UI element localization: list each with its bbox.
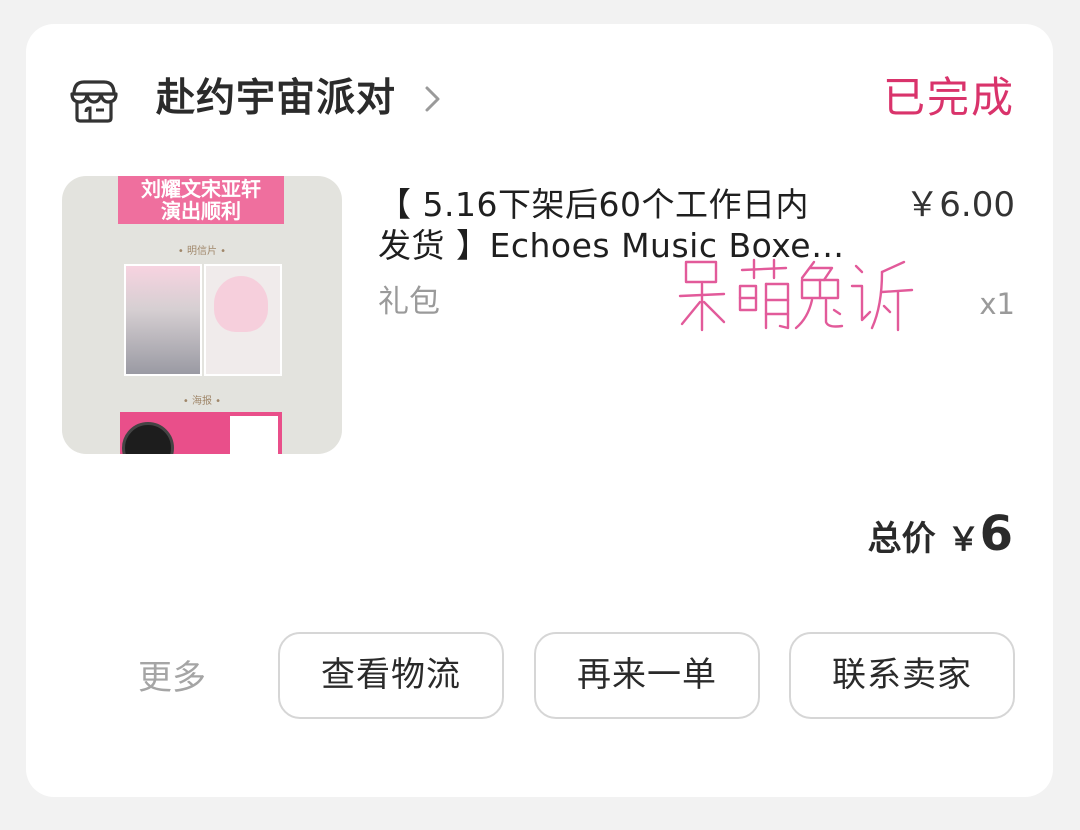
product-variant: 礼包 [378, 284, 440, 320]
product-title[interactable]: 【 5.16下架后60个工作日内 发货 】Echoes Music Boxe… [378, 184, 858, 266]
reorder-button[interactable]: 再来一单 [534, 632, 760, 719]
thumbnail-banner-line2: 演出顺利 [161, 199, 241, 223]
total-currency: ￥ [947, 520, 980, 558]
contact-seller-button[interactable]: 联系卖家 [789, 632, 1015, 719]
thumbnail-section-postcard: • 明信片 • [177, 246, 227, 257]
quantity: x1 [979, 287, 1015, 321]
product-thumbnail[interactable]: 刘耀文宋亚轩 演出顺利 • 明信片 • • 海报 • [62, 176, 342, 454]
handwritten-watermark [678, 258, 914, 332]
total-label: 总价 [867, 519, 936, 559]
thumbnail-poster-panel [230, 416, 278, 454]
thumbnail-postcard-photo [124, 264, 202, 376]
order-card[interactable]: 赴约宇宙派对 已完成 刘耀文宋亚轩 演出顺利 • 明信片 • • 海报 • 【 … [26, 24, 1053, 797]
view-logistics-button[interactable]: 查看物流 [278, 632, 504, 719]
order-status: 已完成 [882, 73, 1015, 122]
thumbnail-banner: 刘耀文宋亚轩 演出顺利 [118, 176, 284, 224]
shop-icon[interactable] [68, 76, 120, 124]
product-title-line1: 【 5.16下架后60个工作日内 [378, 185, 809, 224]
shop-name[interactable]: 赴约宇宙派对 [156, 74, 396, 124]
total-amount: 6 [979, 506, 1013, 562]
order-total: 总价 ￥6 [868, 506, 1013, 573]
more-button[interactable]: 更多 [138, 656, 206, 700]
thumbnail-banner-line1: 刘耀文宋亚轩 [141, 177, 261, 201]
chevron-right-icon[interactable] [422, 84, 444, 114]
heart-icon [214, 276, 268, 332]
unit-price: ￥6.00 [905, 185, 1015, 225]
thumbnail-section-poster: • 海报 • [182, 396, 222, 407]
